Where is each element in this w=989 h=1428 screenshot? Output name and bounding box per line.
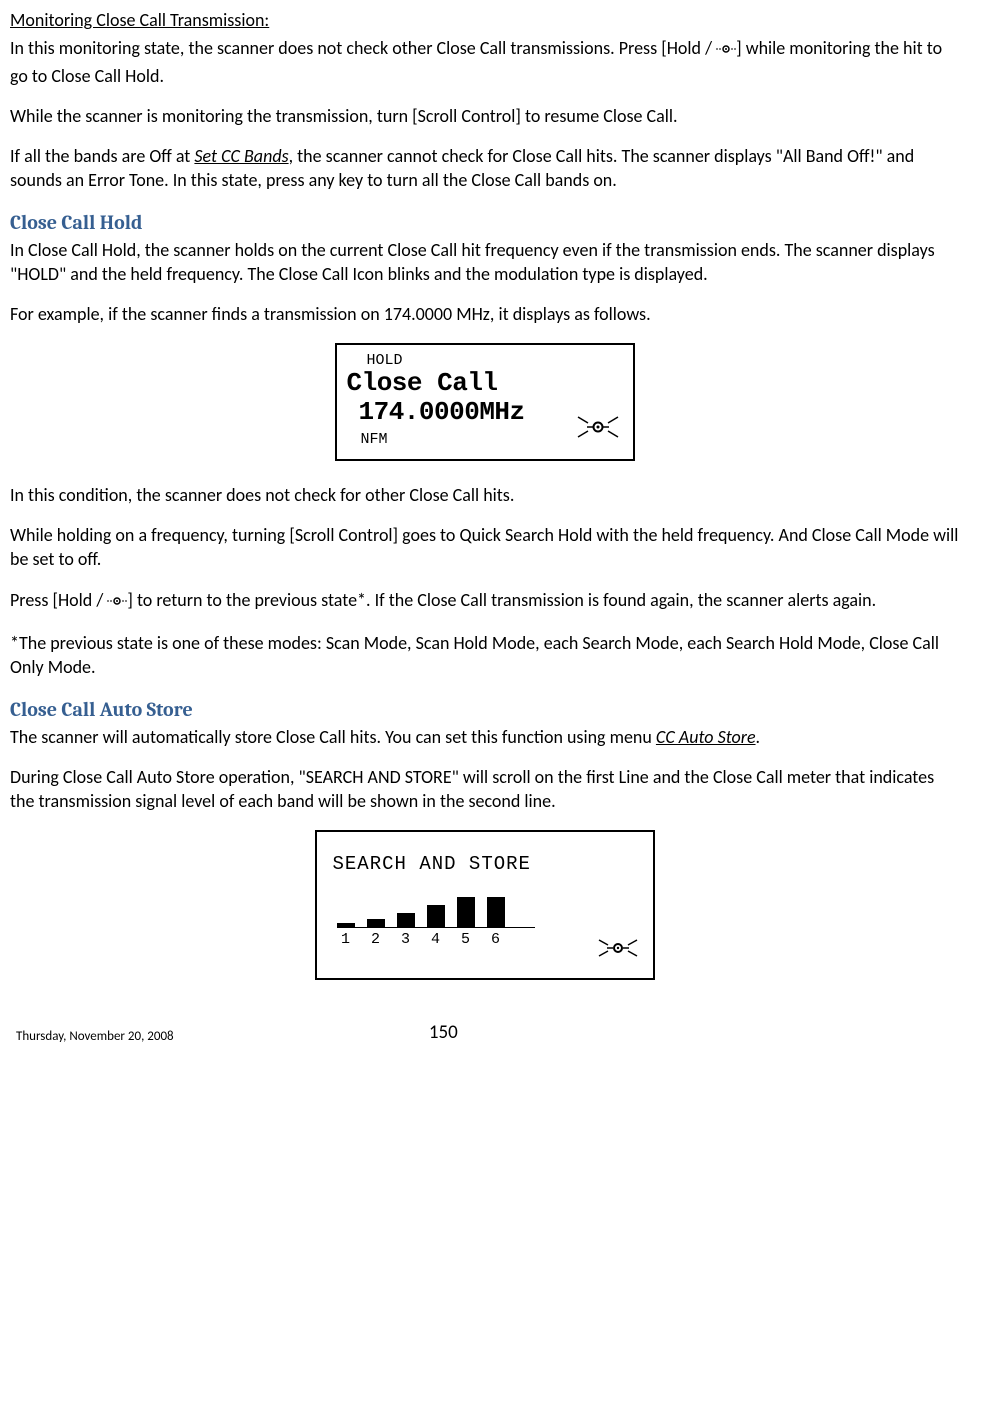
paragraph: Press [Hold / ] to return to the previou… [10, 588, 959, 615]
close-call-blink-icon [595, 937, 641, 967]
paragraph: If all the bands are Off at Set CC Bands… [10, 144, 959, 193]
band-number: 6 [487, 930, 505, 950]
page-footer: Thursday, November 20, 2008 150 [10, 1020, 959, 1046]
section-heading-monitoring: Monitoring Close Call Transmission: [10, 8, 959, 32]
text: . [756, 726, 761, 748]
paragraph: During Close Call Auto Store operation, … [10, 765, 959, 814]
meter-bar [487, 897, 505, 927]
paragraph: While holding on a frequency, turning [S… [10, 523, 959, 572]
text: Press [Hold / [10, 589, 107, 611]
paragraph: While the scanner is monitoring the tran… [10, 104, 959, 128]
lcd-display-autostore: SEARCH AND STORE 123456 [10, 830, 959, 980]
band-number: 4 [427, 930, 445, 950]
meter-bar [427, 905, 445, 927]
paragraph: In Close Call Hold, the scanner holds on… [10, 238, 959, 287]
text: The scanner will automatically store Clo… [10, 726, 656, 748]
signal-meter [337, 891, 535, 928]
meter-bar [457, 897, 475, 927]
paragraph: The scanner will automatically store Clo… [10, 725, 959, 749]
close-call-blink-icon [575, 412, 621, 449]
link-set-cc-bands[interactable]: Set CC Bands [194, 145, 288, 167]
band-number: 2 [367, 930, 385, 950]
text: ] to return to the previous state*. If t… [127, 589, 876, 611]
lcd-display-hold: HOLD Close Call 174.0000MHz NFM [10, 343, 959, 461]
band-number: 1 [337, 930, 355, 950]
band-number: 5 [457, 930, 475, 950]
text: In this monitoring state, the scanner do… [10, 37, 716, 59]
close-call-icon [716, 39, 736, 63]
lcd-hold-label: HOLD [367, 353, 623, 370]
paragraph: *The previous state is one of these mode… [10, 631, 959, 680]
lcd-scroll-line: SEARCH AND STORE [333, 852, 643, 878]
section-heading-ccauto: Close Call Auto Store [10, 696, 959, 723]
band-number: 3 [397, 930, 415, 950]
footer-date: Thursday, November 20, 2008 [16, 1028, 174, 1046]
section-heading-cchold: Close Call Hold [10, 209, 959, 236]
page-number: 150 [429, 1020, 458, 1046]
text: If all the bands are Off at [10, 145, 194, 167]
meter-bar [337, 923, 355, 927]
paragraph: In this monitoring state, the scanner do… [10, 36, 959, 88]
underline-heading: Monitoring Close Call Transmission: [10, 9, 269, 31]
meter-bar [367, 919, 385, 927]
meter-bar [397, 913, 415, 927]
link-cc-auto-store[interactable]: CC Auto Store [656, 726, 756, 748]
lcd-title: Close Call [347, 369, 623, 398]
paragraph: For example, if the scanner finds a tran… [10, 302, 959, 326]
paragraph: In this condition, the scanner does not … [10, 483, 959, 507]
close-call-icon [107, 591, 127, 615]
